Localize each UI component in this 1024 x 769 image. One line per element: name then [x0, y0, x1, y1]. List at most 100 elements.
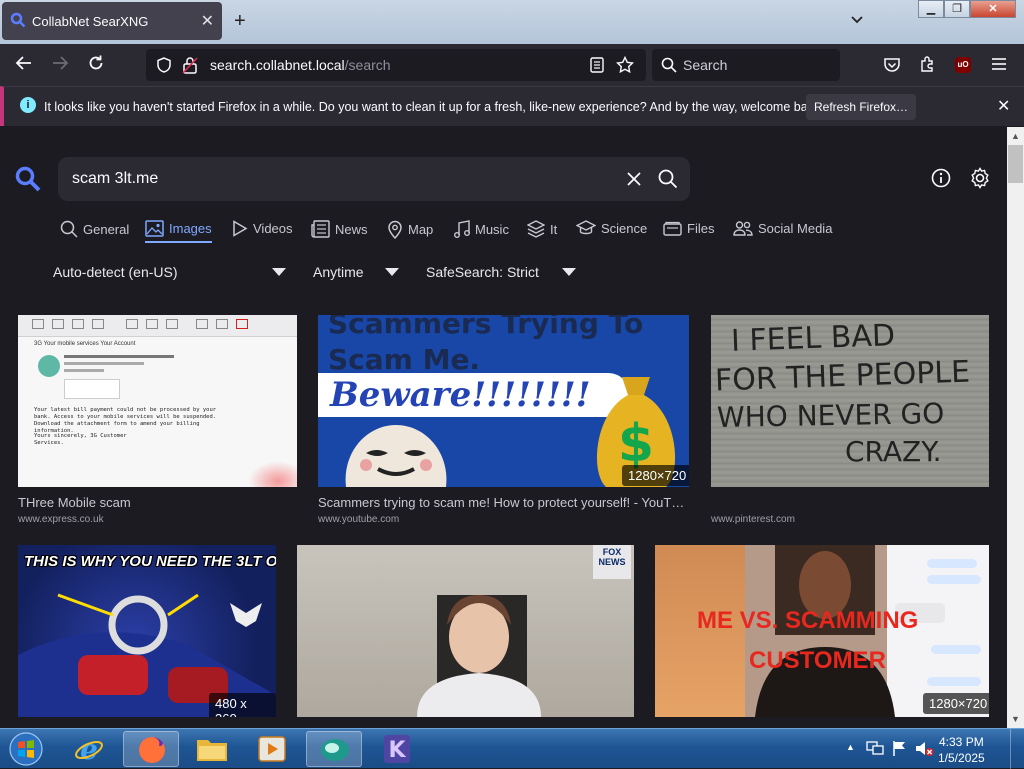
hamburger-menu-icon[interactable] [991, 57, 1007, 71]
volume-muted-icon[interactable] [914, 740, 934, 757]
scroll-up-arrow-icon[interactable]: ▲ [1007, 131, 1024, 141]
scrollbar-thumb[interactable] [1008, 145, 1023, 183]
taskbar-keepass[interactable]: K [367, 731, 427, 767]
reload-button[interactable] [84, 54, 108, 77]
tab-science[interactable]: Science [576, 220, 647, 236]
show-hidden-icons-arrow-icon[interactable]: ▲ [846, 742, 855, 752]
music-icon [454, 220, 470, 238]
show-desktop-button[interactable] [1010, 729, 1024, 769]
forward-arrow-icon [53, 56, 69, 70]
result-thumbnail[interactable]: THIS IS WHY YOU NEED THE 3LT OPTION! 480… [18, 545, 276, 717]
clock-date: 1/5/2025 [938, 751, 985, 765]
browser-tab[interactable]: CollabNet SearXNG ✕ [2, 2, 222, 40]
thumb-text: CRAZY. [845, 435, 942, 468]
email-signature: Yours sincerely, 3G Customer Services. [34, 433, 127, 446]
tab-map-label: Map [408, 222, 434, 237]
result-thumbnail[interactable]: ME VS. SCAMMING CUSTOMER 1280×720 [655, 545, 989, 717]
cofense-watermark [248, 461, 297, 487]
taskbar-firefox[interactable] [123, 731, 179, 767]
tab-it[interactable]: It [527, 220, 557, 238]
settings-gear-icon[interactable] [969, 167, 991, 189]
time-range-select[interactable]: Anytime [313, 264, 364, 280]
url-text: search.collabnet.local/search [210, 57, 391, 73]
image-icon [145, 220, 164, 237]
close-tab-icon[interactable]: ✕ [201, 11, 214, 31]
tab-music[interactable]: Music [453, 220, 509, 238]
search-query-box[interactable]: scam 3lt.me [58, 157, 690, 201]
tab-files[interactable]: Files [663, 220, 714, 236]
tab-general[interactable]: General [60, 220, 129, 238]
thumb-text: Beware!!!!!!!! [330, 375, 591, 415]
back-button[interactable] [12, 54, 36, 77]
firefox-icon [139, 737, 165, 763]
close-notification-icon[interactable]: ✕ [997, 96, 1010, 116]
extensions-puzzle-icon[interactable] [919, 55, 937, 73]
close-window-button[interactable]: ✕ [970, 0, 1016, 18]
tab-videos[interactable]: Videos [232, 220, 293, 237]
email-subject: 3G Your mobile services Your Account [34, 341, 136, 347]
time-range-chevron-icon[interactable] [385, 268, 399, 276]
k-app-icon: K [384, 735, 410, 763]
tab-map[interactable]: Map [387, 220, 433, 239]
graduation-cap-icon [576, 220, 596, 235]
scroll-down-arrow-icon[interactable]: ▼ [1007, 714, 1024, 724]
bookmark-star-icon[interactable] [616, 56, 634, 74]
taskbar-remote-app[interactable] [306, 731, 362, 767]
thumb-text: I FEEL BAD [730, 318, 896, 359]
result-thumbnail[interactable]: Scammers Trying To Scam Me. Beware!!!!!!… [318, 315, 689, 487]
people-icon [733, 221, 753, 236]
language-chevron-icon[interactable] [272, 268, 286, 276]
result-thumbnail[interactable]: 3G Your mobile services Your Account You… [18, 315, 297, 487]
result-title[interactable]: THree Mobile scam [18, 495, 297, 510]
pocket-icon[interactable] [883, 56, 901, 74]
action-center-flag-icon[interactable] [891, 740, 907, 757]
start-button[interactable] [2, 731, 52, 767]
result-url: www.youtube.com [318, 514, 400, 525]
layers-icon [527, 220, 545, 238]
media-player-icon [258, 736, 286, 762]
tab-social-media[interactable]: Social Media [733, 220, 832, 236]
folder-icon [197, 740, 227, 761]
insecure-lock-icon[interactable] [182, 56, 198, 74]
tab-it-label: It [550, 221, 558, 237]
svg-text:K: K [388, 738, 406, 763]
taskbar-file-explorer[interactable] [184, 731, 240, 767]
tab-social-media-label: Social Media [758, 220, 833, 236]
email-toolbar [18, 315, 297, 337]
search-submit-icon[interactable] [658, 169, 678, 189]
browser-search-box[interactable]: Search [652, 49, 840, 81]
taskbar-internet-explorer[interactable]: e [62, 731, 118, 767]
tab-news[interactable]: News [311, 220, 368, 238]
clear-query-icon[interactable] [626, 171, 642, 187]
network-icon[interactable] [866, 740, 884, 756]
restore-button[interactable]: ❐ [944, 0, 970, 18]
result-title[interactable]: Scammers trying to scam me! How to prote… [318, 495, 689, 510]
forward-button[interactable] [48, 54, 72, 77]
ublock-origin-icon[interactable]: uO [955, 57, 971, 73]
info-circle-icon[interactable] [931, 168, 951, 188]
taskbar-media-player[interactable] [245, 731, 301, 767]
safesearch-select[interactable]: SafeSearch: Strict [426, 264, 539, 280]
email-body: Your latest bill payment could not be pr… [34, 407, 217, 434]
new-tab-button[interactable]: + [234, 10, 246, 33]
refresh-firefox-button[interactable]: Refresh Firefox… [806, 94, 916, 120]
safesearch-chevron-icon[interactable] [562, 268, 576, 276]
address-bar[interactable]: search.collabnet.local/search [146, 49, 646, 81]
list-all-tabs-chevron-icon[interactable] [850, 12, 864, 28]
shield-icon[interactable] [156, 57, 172, 73]
back-arrow-icon [15, 56, 31, 70]
system-clock[interactable]: 4:33 PM 1/5/2025 [938, 734, 985, 766]
searxng-logo-icon[interactable] [14, 165, 42, 193]
reader-view-icon[interactable] [590, 57, 604, 73]
minimize-button[interactable]: ▁ [918, 0, 944, 18]
result-thumbnail[interactable]: FOX NEWS [297, 545, 634, 717]
notification-message: It looks like you haven't started Firefo… [44, 100, 824, 114]
searxng-favicon-icon [10, 12, 26, 28]
notification-bar: i It looks like you haven't started Fire… [0, 86, 1024, 126]
thumb-text: THIS IS WHY YOU NEED THE 3LT OPTION! [24, 553, 276, 570]
page-scrollbar[interactable]: ▲ ▼ [1007, 127, 1024, 728]
result-thumbnail[interactable]: I FEEL BAD FOR THE PEOPLE WHO NEVER GO C… [711, 315, 989, 487]
tab-images[interactable]: Images [145, 220, 212, 243]
result-url: www.pinterest.com [711, 514, 795, 525]
language-select[interactable]: Auto-detect (en-US) [53, 264, 178, 280]
